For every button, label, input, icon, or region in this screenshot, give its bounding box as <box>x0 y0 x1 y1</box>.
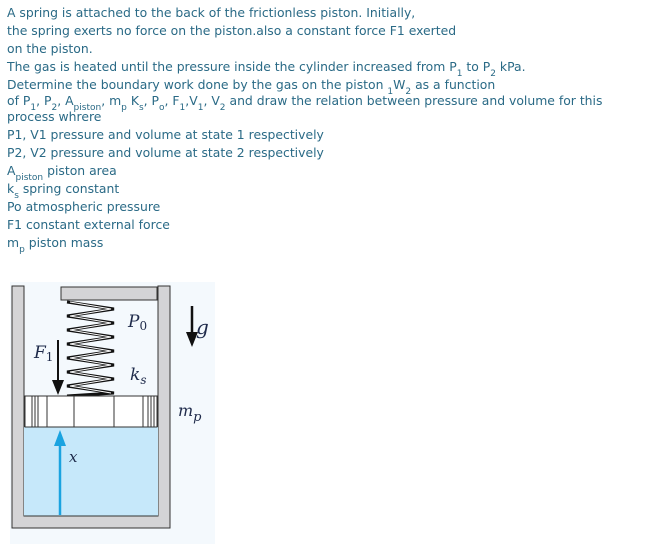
subscript: s <box>138 103 144 113</box>
label-text: P <box>127 312 140 332</box>
gas-region <box>24 427 158 516</box>
text: ,V <box>185 93 198 108</box>
text: to P <box>462 59 491 74</box>
label-text: m <box>178 401 193 420</box>
label-text: k <box>130 365 140 385</box>
definition-text: pressure and volume at state 1 respectiv… <box>46 127 324 142</box>
piston-cylinder-diagram: P0 F1 ks g mp x <box>10 282 215 544</box>
definition-text: piston mass <box>24 235 104 250</box>
problem-line-6: of P1, P2, Apiston, mp Ks, Po, F1,V1, V2… <box>7 93 667 114</box>
definition-item: F1 constant external force <box>7 216 667 234</box>
problem-line-3: on the piston. <box>7 41 93 56</box>
symbol: P2, V2 <box>7 145 47 160</box>
symbol: F1 <box>7 217 23 232</box>
definition-text: pressure and volume at state 2 respectiv… <box>46 145 324 160</box>
subscript: 1 <box>179 103 186 113</box>
subscript: p <box>121 103 127 113</box>
text: of P <box>7 93 31 108</box>
problem-line-4: The gas is heated until the pressure ins… <box>7 58 667 79</box>
subscript: o <box>159 103 165 113</box>
definition-item: ks spring constant <box>7 180 667 201</box>
piston <box>24 395 158 428</box>
label-subscript: p <box>193 410 202 425</box>
displacement-label: x <box>69 448 78 466</box>
subscript: 2 <box>490 69 496 79</box>
problem-statement: A spring is attached to the back of the … <box>7 4 667 255</box>
gravity-label: g <box>196 315 209 339</box>
subscript: s <box>14 191 19 201</box>
symbol: Po <box>7 199 22 214</box>
subscript: 1 <box>456 69 463 79</box>
problem-line-1: A spring is attached to the back of the … <box>7 5 416 20</box>
label-subscript: 1 <box>46 350 54 364</box>
text: , A <box>57 93 74 108</box>
text: W <box>393 77 406 92</box>
symbol: m <box>7 235 20 250</box>
subscript: p <box>19 245 25 255</box>
problem-line-5: Determine the boundary work done by the … <box>7 76 667 97</box>
definition-item: Apiston piston area <box>7 162 667 183</box>
text: , F <box>164 93 180 108</box>
subscript: 1 <box>197 103 204 113</box>
text: K <box>126 93 139 108</box>
problem-line-2: the spring exerts no force on the piston… <box>7 23 457 38</box>
definition-item: P1, V1 pressure and volume at state 1 re… <box>7 126 667 144</box>
label-subscript: 0 <box>139 319 147 333</box>
text: as a function <box>411 77 496 92</box>
subscript: 2 <box>51 103 58 113</box>
subscript: piston <box>73 103 102 113</box>
label-subscript: s <box>140 373 146 387</box>
presubscript: 1 <box>387 87 394 97</box>
definition-text: spring constant <box>18 181 120 196</box>
definition-item: Po atmospheric pressure <box>7 198 667 216</box>
definition-item: mp piston mass <box>7 234 667 255</box>
spring-mount-plate <box>60 286 158 301</box>
definition-text: piston area <box>43 163 117 178</box>
subscript: 2 <box>405 87 412 97</box>
definition-text: atmospheric pressure <box>21 199 161 214</box>
text: , m <box>101 93 122 108</box>
definition-text: constant external force <box>22 217 170 232</box>
subscript: piston <box>15 173 44 183</box>
text: Determine the boundary work done by the … <box>7 77 388 92</box>
subscript: 1 <box>30 103 37 113</box>
text: and draw the relation between pressure a… <box>225 93 603 108</box>
diagram-svg: P0 F1 ks g mp x <box>10 282 215 544</box>
text: kPa. <box>495 59 526 74</box>
text: The gas is heated until the pressure ins… <box>7 59 457 74</box>
subscript: 2 <box>219 103 226 113</box>
text: , P <box>36 93 52 108</box>
text: , V <box>203 93 220 108</box>
text: , P <box>143 93 160 108</box>
problem-line-7: process whrere <box>7 109 102 124</box>
symbol: P1, V1 <box>7 127 47 142</box>
definition-item: P2, V2 pressure and volume at state 2 re… <box>7 144 667 162</box>
